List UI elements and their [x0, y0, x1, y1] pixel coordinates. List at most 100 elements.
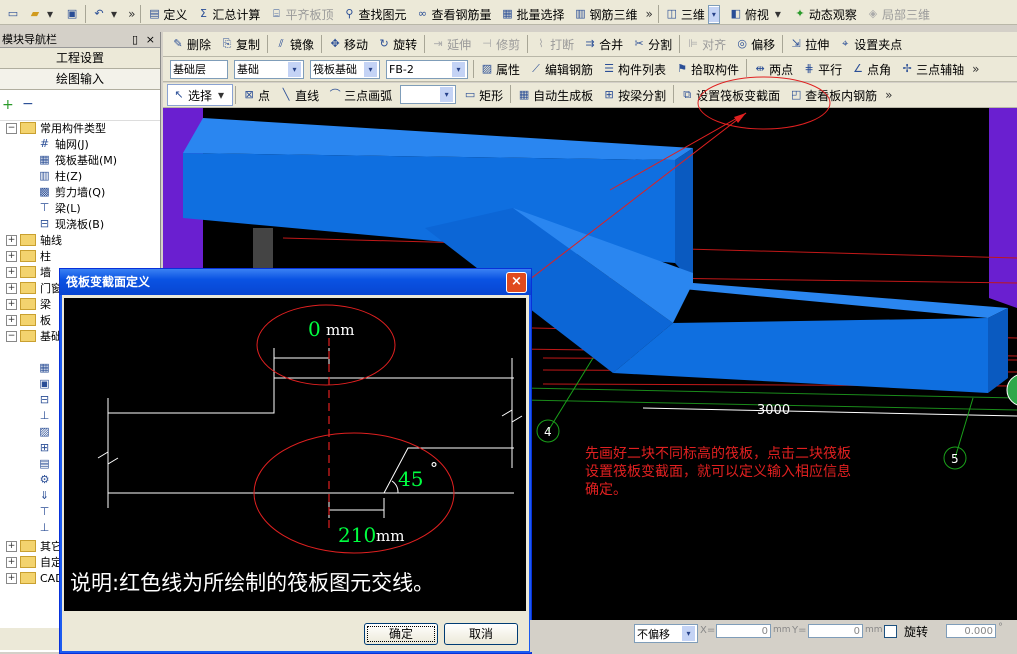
tb2-button-1[interactable]: ⎘ 复制: [216, 34, 265, 54]
tb3-button-6[interactable]: ∠ 点角: [847, 59, 896, 79]
component-select[interactable]: FB-2 ▾: [386, 59, 468, 79]
bottom-offset-value[interactable]: 210: [338, 523, 376, 547]
undo-button[interactable]: ↶ ▾: [88, 4, 125, 24]
select-button[interactable]: ↖ 选择 ▾: [167, 84, 234, 106]
tb4-button-3[interactable]: ▭ 矩形: [459, 85, 508, 105]
tree-expander-icon[interactable]: +: [6, 266, 17, 278]
tree-expander-icon[interactable]: +: [6, 282, 17, 294]
tb4-button-1[interactable]: ╲ 直线: [275, 85, 324, 105]
dialog-title-bar[interactable]: 筏板变截面定义: [60, 269, 531, 295]
toolbar3-overflow[interactable]: »: [969, 62, 982, 76]
toolbar-overflow-2[interactable]: »: [643, 7, 656, 21]
offset-mode-select[interactable]: 不偏移 ▾: [634, 624, 698, 643]
category-select[interactable]: 基础 ▾: [234, 59, 304, 79]
tb4-button-4[interactable]: ▦ 自动生成板: [513, 85, 598, 105]
foundation-child-icon[interactable]: ⇓: [38, 490, 51, 506]
navigator-close-icon[interactable]: ×: [146, 32, 155, 47]
tb4-button-0[interactable]: ⊠ 点: [238, 85, 275, 105]
tb3-button-3[interactable]: ⚑ 拾取构件: [671, 59, 744, 79]
tree-item-0[interactable]: − 常用构件类型: [0, 120, 158, 136]
foundation-child-icon[interactable]: ▨: [38, 426, 51, 442]
foundation-child-icon[interactable]: ⊥: [38, 522, 51, 538]
tb2-button-13[interactable]: ⌖ 设置夹点: [834, 34, 907, 54]
tree-expander-icon[interactable]: +: [6, 250, 17, 262]
tree-expander-icon[interactable]: −: [6, 330, 17, 342]
tb2-button-7[interactable]: ⌇ 打断: [530, 34, 579, 54]
tb2-button-8[interactable]: ⇉ 合并: [579, 34, 628, 54]
pin-icon[interactable]: ▯: [132, 32, 138, 47]
type-select[interactable]: 筏板基础 ▾: [310, 59, 380, 79]
tb2-button-4[interactable]: ↻ 旋转: [373, 34, 422, 54]
foundation-child-icon[interactable]: ⊟: [38, 394, 51, 410]
tree-item-3[interactable]: ▥ 柱(Z): [0, 168, 158, 184]
save-button[interactable]: ▣: [61, 4, 83, 24]
tb3-button-2[interactable]: ☰ 构件列表: [598, 59, 671, 79]
y-input[interactable]: 0: [808, 624, 863, 638]
tree-expander-icon[interactable]: +: [6, 572, 17, 584]
tb2-button-9[interactable]: ✂ 分割: [628, 34, 677, 54]
tree-item-5[interactable]: ⊤ 梁(L): [0, 200, 158, 216]
rotate-checkbox[interactable]: [884, 625, 897, 638]
tb2-button-0[interactable]: ✎ 删除: [167, 34, 216, 54]
cancel-button[interactable]: 取消: [444, 623, 518, 645]
view-mode-button[interactable]: ◫ 三维 ▾: [661, 4, 725, 24]
tb1-button-6[interactable]: ▥ 钢筋三维: [570, 4, 643, 24]
arc-style-select[interactable]: ▾: [400, 85, 457, 104]
tb2-button-2[interactable]: ⫽ 镜像: [270, 34, 319, 54]
tree-expander-icon[interactable]: +: [6, 298, 17, 310]
top-offset-value[interactable]: 0: [308, 317, 321, 341]
toolbar4-overflow[interactable]: »: [882, 88, 895, 102]
tb1-button-2[interactable]: ⌸ 平齐板顶: [265, 4, 338, 24]
tb2-button-12[interactable]: ⇲ 拉伸: [785, 34, 834, 54]
angle-value[interactable]: 45: [398, 467, 423, 491]
tb4-button-6[interactable]: ⧉ 设置筏板变截面: [676, 85, 785, 105]
tree-item-7[interactable]: + 轴线: [0, 232, 158, 248]
tb2-button-10[interactable]: ⊫ 对齐: [682, 34, 731, 54]
open-file-button[interactable]: ▰ ▾: [24, 4, 61, 24]
tree-expander-icon[interactable]: +: [6, 234, 17, 246]
tree-item-8[interactable]: + 柱: [0, 248, 158, 264]
view-angle-button[interactable]: ◧ 俯视 ▾: [725, 4, 789, 24]
foundation-child-icon[interactable]: ▣: [38, 378, 51, 394]
tree-item-2[interactable]: ▦ 筏板基础(M): [0, 152, 158, 168]
tree-expander-icon[interactable]: −: [6, 122, 17, 134]
tree-item-6[interactable]: ⊟ 现浇板(B): [0, 216, 158, 232]
floor-select[interactable]: 基础层: [170, 59, 228, 79]
tb3-button-1[interactable]: ⟋ 编辑钢筋: [525, 59, 598, 79]
expand-all-icon[interactable]: +: [2, 97, 14, 113]
foundation-child-icon[interactable]: ⚙: [38, 474, 51, 490]
ok-button[interactable]: 确定: [364, 623, 438, 645]
tb1-button-3[interactable]: ⚲ 查找图元: [338, 4, 411, 24]
tb4-button-7[interactable]: ◰ 查看板内钢筋: [785, 85, 882, 105]
project-settings-button[interactable]: 工程设置: [0, 48, 160, 69]
tb1-button-0[interactable]: ▤ 定义: [143, 4, 192, 24]
tb1-button-4[interactable]: ∞ 查看钢筋量: [411, 4, 496, 24]
foundation-child-icon[interactable]: ⊥: [38, 410, 51, 426]
tb1-button-5[interactable]: ▦ 批量选择: [496, 4, 569, 24]
foundation-child-icon[interactable]: ⊤: [38, 506, 51, 522]
tb3-button-4[interactable]: ⇹ 两点: [749, 59, 798, 79]
tb3-button-5[interactable]: ⋕ 平行: [798, 59, 847, 79]
tb2-button-3[interactable]: ✥ 移动: [324, 34, 373, 54]
tb3-button-0[interactable]: ▨ 属性: [476, 59, 525, 79]
dynamic-view-button[interactable]: ✦ 动态观察: [789, 4, 862, 24]
tb2-button-11[interactable]: ◎ 偏移: [731, 34, 780, 54]
tb3-button-7[interactable]: ✢ 三点辅轴: [896, 59, 969, 79]
tb2-button-5[interactable]: ⇥ 延伸: [427, 34, 476, 54]
viewport-compass[interactable]: [1006, 374, 1017, 406]
foundation-child-icon[interactable]: ⊞: [38, 442, 51, 458]
tb1-button-1[interactable]: Σ 汇总计算: [192, 4, 265, 24]
tree-expander-icon[interactable]: +: [6, 314, 17, 326]
drawing-input-button[interactable]: 绘图输入: [0, 69, 160, 90]
tb4-button-2[interactable]: ⌒ 三点画弧: [324, 85, 397, 105]
tb2-button-6[interactable]: ⊣ 修剪: [476, 34, 525, 54]
local-3d-button[interactable]: ◈ 局部三维: [862, 4, 935, 24]
tree-item-1[interactable]: # 轴网(J): [0, 136, 158, 152]
tree-item-4[interactable]: ▩ 剪力墙(Q): [0, 184, 158, 200]
x-input[interactable]: 0: [716, 624, 771, 638]
dialog-close-button[interactable]: ×: [506, 272, 527, 293]
foundation-child-icon[interactable]: ▦: [38, 362, 51, 378]
toolbar-overflow-1[interactable]: »: [125, 7, 138, 21]
tree-expander-icon[interactable]: +: [6, 540, 17, 552]
foundation-child-icon[interactable]: ▤: [38, 458, 51, 474]
